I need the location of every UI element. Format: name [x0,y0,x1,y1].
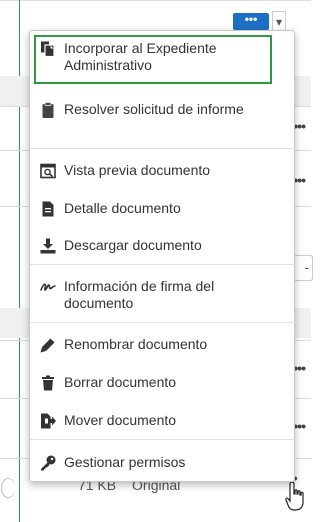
preview-icon [40,163,56,179]
context-menu: Incorporar al Expediente Administrativo … [29,30,296,482]
hand-pointer-icon [285,481,304,511]
menu-item-gestionar-permisos[interactable]: Gestionar permisos [30,454,296,471]
menu-separator [30,439,296,440]
menu-item-detalle[interactable]: Detalle documento [30,200,296,217]
menu-item-label: Renombrar documento [64,336,208,352]
menu-separator [30,264,296,265]
menu-item-label: Vista previa documento [64,162,211,178]
menu-item-borrar[interactable]: Borrar documento [30,374,296,391]
move-document-icon [41,413,56,429]
trash-icon [42,375,54,391]
menu-item-label: Resolver solicitud de informe [64,101,244,117]
highlight-frame [34,35,272,84]
download-icon [40,238,56,254]
menu-item-label: Mover documento [64,412,177,428]
select-control[interactable]: - [293,255,313,281]
pencil-icon [40,338,55,353]
menu-item-mover[interactable]: Mover documento [30,412,296,429]
menu-item-label: Información de firma del documento [64,278,215,311]
menu-item-resolver-solicitud[interactable]: Resolver solicitud de informe [30,101,296,118]
menu-item-label: Descargar documento [64,237,202,253]
menu-separator [30,148,296,149]
menu-item-descargar[interactable]: Descargar documento [30,237,296,254]
more-actions-button[interactable]: ••• [233,13,269,30]
clipboard-icon [42,102,54,118]
radio-button[interactable] [1,478,15,498]
signature-icon [40,283,56,291]
document-icon [42,201,54,217]
menu-item-vista-previa[interactable]: Vista previa documento [30,162,296,179]
menu-separator [30,322,296,323]
menu-item-informacion-firma[interactable]: Información de firma del documento [30,278,296,312]
menu-item-label: Gestionar permisos [64,454,186,470]
menu-item-label: Detalle documento [64,200,181,216]
menu-item-renombrar[interactable]: Renombrar documento [30,336,296,353]
menu-item-label: Borrar documento [64,374,177,390]
divider [0,0,311,1]
key-icon [41,455,56,471]
